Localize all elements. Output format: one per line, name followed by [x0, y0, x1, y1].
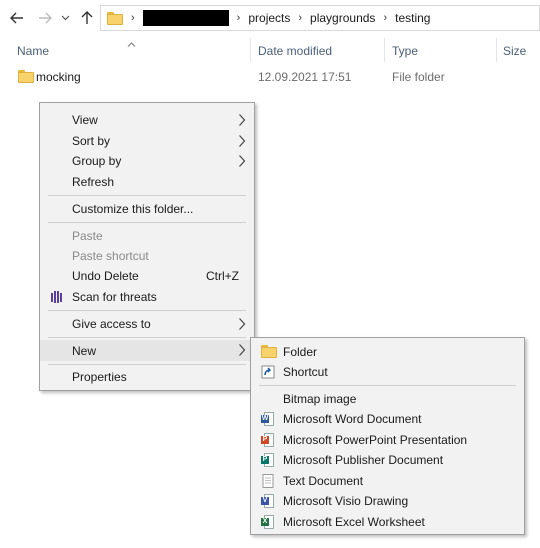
chevron-right-icon: › [236, 12, 241, 24]
menu-item-label: View [72, 113, 98, 127]
menu-item-scan-for-threats[interactable]: Scan for threats [40, 287, 254, 307]
menu-item-label: Customize this folder... [72, 202, 194, 216]
column-header-name[interactable]: Name [17, 44, 49, 58]
submenu-item-shortcut[interactable]: Shortcut [251, 362, 524, 382]
powerpoint-icon: P [261, 433, 275, 447]
menu-item-refresh[interactable]: Refresh [40, 172, 254, 192]
chevron-right-icon: › [298, 12, 303, 24]
submenu-item-folder[interactable]: Folder [251, 342, 524, 362]
breadcrumb-testing[interactable]: testing [395, 11, 430, 25]
file-date-modified: 12.09.2021 17:51 [258, 70, 352, 84]
menu-item-label: Folder [283, 345, 318, 359]
arrow-left-icon [10, 12, 23, 24]
menu-item-label: Refresh [72, 175, 115, 189]
menu-item-label: New [72, 343, 97, 358]
menu-item-label: Sort by [72, 134, 111, 148]
submenu-item-excel[interactable]: X Microsoft Excel Worksheet [251, 512, 524, 532]
menu-item-label: Text Document [283, 474, 364, 488]
menu-item-undo-delete[interactable]: Undo Delete Ctrl+Z [40, 266, 254, 286]
keyboard-shortcut: Ctrl+Z [206, 269, 239, 283]
column-divider[interactable] [250, 38, 251, 62]
breadcrumb-projects[interactable]: projects [248, 11, 290, 25]
defender-icon [51, 291, 62, 303]
column-divider[interactable] [384, 38, 385, 62]
menu-item-new[interactable]: New [40, 340, 254, 361]
menu-item-paste: Paste [40, 226, 254, 246]
menu-item-give-access[interactable]: Give access to [40, 314, 254, 334]
menu-separator [259, 385, 516, 386]
chevron-right-icon [239, 318, 246, 330]
menu-separator [48, 337, 246, 338]
excel-icon: X [261, 515, 275, 529]
chevron-down-icon [61, 15, 69, 21]
shortcut-icon [261, 365, 275, 379]
folder-icon [261, 345, 277, 359]
chevron-right-icon [239, 155, 246, 167]
menu-item-label: Microsoft Visio Drawing [283, 494, 409, 508]
menu-item-label: Microsoft Publisher Document [283, 453, 444, 467]
menu-item-label: Properties [72, 370, 127, 384]
submenu-item-text[interactable]: Text Document [251, 471, 524, 491]
chevron-right-icon: › [131, 12, 135, 24]
address-bar[interactable]: › › projects › playgrounds › testing [100, 5, 540, 31]
menu-item-label: Microsoft Word Document [283, 412, 422, 426]
column-header-type[interactable]: Type [392, 44, 418, 58]
publisher-icon: P [261, 453, 275, 467]
context-menu: View Sort by Group by Refresh Customize … [39, 102, 255, 391]
chevron-right-icon [239, 344, 246, 356]
breadcrumb-playgrounds[interactable]: playgrounds [310, 11, 375, 25]
menu-separator [48, 222, 246, 223]
chevron-right-icon [239, 135, 246, 147]
back-button[interactable] [8, 8, 26, 28]
menu-separator [48, 195, 246, 196]
menu-item-customize-folder[interactable]: Customize this folder... [40, 199, 254, 219]
column-divider[interactable] [496, 38, 497, 62]
menu-item-label: Paste [72, 229, 103, 243]
column-header-size[interactable]: Size [503, 44, 526, 58]
submenu-item-publisher[interactable]: P Microsoft Publisher Document [251, 450, 524, 470]
forward-button[interactable] [36, 8, 54, 28]
menu-item-label: Undo Delete [72, 269, 139, 283]
arrow-up-icon [81, 11, 93, 24]
file-row[interactable]: mocking 12.09.2021 17:51 File folder [14, 64, 534, 90]
recent-locations-button[interactable] [59, 8, 71, 28]
sort-indicator-icon [127, 36, 136, 50]
folder-icon [18, 70, 34, 83]
visio-icon: V [261, 494, 275, 508]
menu-item-label: Microsoft Excel Worksheet [283, 515, 425, 529]
redacted-path-segment [142, 10, 229, 26]
chevron-right-icon [239, 114, 246, 126]
menu-item-label: Microsoft PowerPoint Presentation [283, 433, 468, 447]
new-submenu: Folder Shortcut Bitmap image W Microsoft… [250, 337, 525, 535]
menu-item-properties[interactable]: Properties [40, 367, 254, 387]
menu-item-label: Shortcut [283, 365, 328, 379]
menu-item-sort-by[interactable]: Sort by [40, 131, 254, 151]
menu-item-label: Paste shortcut [72, 249, 149, 263]
menu-separator [48, 310, 246, 311]
menu-item-label: Give access to [72, 317, 151, 331]
menu-item-paste-shortcut: Paste shortcut [40, 246, 254, 266]
chevron-right-icon: › [383, 12, 388, 24]
folder-icon [107, 11, 123, 25]
column-header-date-modified[interactable]: Date modified [258, 44, 332, 58]
menu-item-group-by[interactable]: Group by [40, 151, 254, 171]
submenu-item-bitmap[interactable]: Bitmap image [251, 389, 524, 409]
menu-item-label: Bitmap image [283, 392, 357, 406]
submenu-item-powerpoint[interactable]: P Microsoft PowerPoint Presentation [251, 430, 524, 450]
file-name: mocking [36, 70, 81, 84]
text-document-icon [262, 474, 274, 488]
submenu-item-word[interactable]: W Microsoft Word Document [251, 409, 524, 429]
menu-item-view[interactable]: View [40, 110, 254, 130]
word-icon: W [261, 412, 275, 426]
menu-item-label: Group by [72, 154, 122, 168]
up-button[interactable] [78, 8, 96, 28]
menu-item-label: Scan for threats [72, 290, 157, 304]
submenu-item-visio[interactable]: V Microsoft Visio Drawing [251, 491, 524, 511]
file-type: File folder [392, 70, 445, 84]
arrow-right-icon [39, 12, 52, 24]
menu-separator [48, 364, 246, 365]
